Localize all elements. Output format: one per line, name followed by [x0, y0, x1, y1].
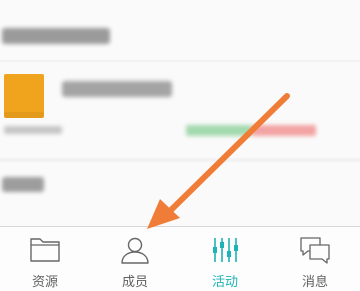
- blurred-tag: [186, 125, 252, 136]
- tab-label: 活动: [211, 275, 238, 290]
- tab-resources[interactable]: 资源: [0, 227, 90, 291]
- activity-card[interactable]: [0, 62, 360, 158]
- chat-icon: [300, 237, 330, 264]
- tab-messages[interactable]: 消息: [270, 227, 360, 291]
- activity-bars-icon: [213, 238, 238, 262]
- folder-icon: [30, 238, 60, 262]
- thumbnail-image: [4, 74, 44, 118]
- tab-label: 消息: [301, 275, 328, 290]
- person-icon: [121, 237, 149, 264]
- tab-activity[interactable]: 活动: [180, 227, 270, 291]
- tab-members[interactable]: 成员: [90, 227, 180, 291]
- activity-card[interactable]: [0, 162, 360, 226]
- blurred-title: [62, 81, 172, 97]
- activity-card[interactable]: [0, 0, 360, 60]
- tab-label: 资源: [31, 275, 58, 290]
- tab-label: 成员: [121, 275, 148, 290]
- blurred-tag: [252, 125, 316, 136]
- blurred-title: [2, 177, 44, 192]
- blurred-meta: [4, 126, 62, 134]
- activity-feed: [0, 0, 360, 226]
- bottom-tab-bar: 资源 成员 活动 消息: [0, 226, 360, 291]
- blurred-title: [2, 28, 110, 44]
